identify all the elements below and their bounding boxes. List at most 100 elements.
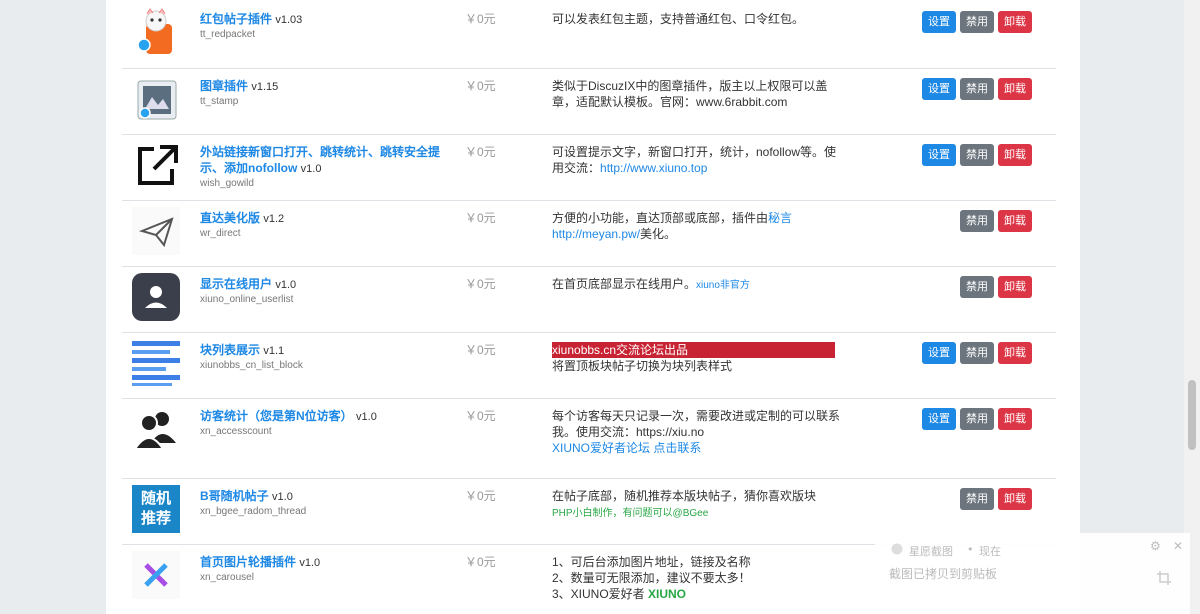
desc-highlight: xiunobbs.cn交流论坛出品 bbox=[552, 342, 835, 358]
plugin-version: v1.0 bbox=[299, 557, 321, 569]
uninstall-button[interactable]: 卸载 bbox=[998, 488, 1032, 510]
disable-button[interactable]: 禁用 bbox=[960, 11, 994, 33]
plugin-name-link[interactable]: 块列表展示 bbox=[200, 343, 260, 357]
uninstall-button[interactable]: 卸载 bbox=[998, 78, 1032, 100]
plugin-title: 图章插件 v1.15 tt_stamp bbox=[200, 78, 450, 108]
plugin-id: tt_redpacket bbox=[200, 29, 256, 40]
plugin-name-link[interactable]: 显示在线用户 bbox=[200, 277, 272, 291]
uninstall-button[interactable]: 卸载 bbox=[998, 408, 1032, 430]
desc-small-blue: xiuno非官方 bbox=[696, 280, 750, 291]
visitors-icon bbox=[133, 412, 176, 450]
plugin-name-link[interactable]: 红包帖子插件 bbox=[200, 12, 272, 26]
disable-button[interactable]: 禁用 bbox=[960, 342, 994, 364]
desc-text: 美化。 bbox=[640, 227, 677, 241]
plugin-icon-box bbox=[132, 273, 180, 321]
redpacket-icon bbox=[137, 8, 172, 54]
settings-button[interactable]: 设置 bbox=[922, 144, 956, 166]
plugin-version: v1.0 bbox=[275, 279, 297, 291]
plugin-title: B哥随机帖子 v1.0 xn_bgee_radom_thread bbox=[200, 488, 450, 518]
plugin-price: ￥0元 bbox=[465, 211, 496, 225]
plugin-name-link[interactable]: 图章插件 bbox=[200, 79, 248, 93]
disable-button[interactable]: 禁用 bbox=[960, 408, 994, 430]
desc-bold-green: XIUNO bbox=[648, 587, 687, 601]
plugin-list-panel: 红包帖子插件 v1.03 tt_redpacket ￥0元 可以发表红包主题，支持普通… bbox=[106, 0, 1080, 614]
plugin-icon-box bbox=[132, 207, 180, 255]
plugin-actions: 设置 禁用 卸载 bbox=[922, 408, 1032, 430]
plugin-version: v1.2 bbox=[263, 213, 285, 225]
carousel-icon bbox=[132, 551, 180, 599]
settings-button[interactable]: 设置 bbox=[922, 78, 956, 100]
plugin-row: 图章插件 v1.15 tt_stamp ￥0元 类似于DiscuzIX中的图章插件，版… bbox=[122, 68, 1056, 135]
disable-button[interactable]: 禁用 bbox=[960, 78, 994, 100]
plugin-title: 直达美化版 v1.2 wr_direct bbox=[200, 210, 450, 240]
uninstall-button[interactable]: 卸载 bbox=[998, 144, 1032, 166]
plugin-icon-box bbox=[132, 8, 180, 56]
disable-button[interactable]: 禁用 bbox=[960, 488, 994, 510]
plugin-id: xiuno_online_userlist bbox=[200, 294, 294, 305]
plugin-actions: 禁用 卸载 bbox=[960, 210, 1032, 232]
plugin-id: tt_stamp bbox=[200, 96, 239, 107]
plugin-id: wr_direct bbox=[200, 228, 241, 239]
desc-link[interactable]: 秘言 bbox=[768, 211, 792, 225]
plugin-row: 外站链接新窗口打开、跳转统计、跳转安全提示、添加nofollow v1.0 wis… bbox=[122, 134, 1056, 201]
plugin-name-link[interactable]: B哥随机帖子 bbox=[200, 489, 269, 503]
plugin-version: v1.0 bbox=[272, 491, 293, 503]
settings-button[interactable]: 设置 bbox=[922, 342, 956, 364]
plugin-actions: 设置 禁用 卸载 bbox=[922, 78, 1032, 100]
plugin-icon-box bbox=[132, 141, 180, 189]
uninstall-button[interactable]: 卸载 bbox=[998, 276, 1032, 298]
plugin-name-link[interactable]: 首页图片轮播插件 bbox=[200, 555, 296, 569]
plugin-actions: 禁用 卸载 bbox=[960, 488, 1032, 510]
plugin-price: ￥0元 bbox=[465, 489, 496, 503]
disable-button[interactable]: 禁用 bbox=[960, 210, 994, 232]
desc-link[interactable]: http://meyan.pw/ bbox=[552, 227, 640, 241]
list-block-icon bbox=[132, 341, 180, 386]
uninstall-button[interactable]: 卸载 bbox=[998, 11, 1032, 33]
desc-link[interactable]: http://www.xiuno.top bbox=[600, 161, 707, 175]
plugin-row: 访客统计（您是第N位访客） v1.0 xn_accesscount ￥0元 每个访客每… bbox=[122, 398, 1056, 479]
settings-button[interactable]: 设置 bbox=[922, 11, 956, 33]
plugin-description: 1、可后台添加图片地址，链接及名称 2、数量可无限添加，建议不要太多！ 3、XIUN… bbox=[552, 554, 842, 602]
plugin-title: 红包帖子插件 v1.03 tt_redpacket bbox=[200, 11, 450, 41]
plugin-row: 块列表展示 v1.1 xiunobbs_cn_list_block ￥0元 xiuno… bbox=[122, 332, 1056, 399]
desc-text: 类似于DiscuzIX中的图章插件，版主以上权限可以盖章，适配默认模板。官网：w… bbox=[552, 79, 828, 109]
settings-icon[interactable]: ⚙ bbox=[1150, 539, 1161, 553]
disable-button[interactable]: 禁用 bbox=[960, 144, 994, 166]
icon-text-line1: 随机 bbox=[140, 490, 171, 507]
plugin-title: 外站链接新窗口打开、跳转统计、跳转安全提示、添加nofollow v1.0 wis… bbox=[200, 144, 450, 190]
desc-text: 1、可后台添加图片地址，链接及名称 bbox=[552, 555, 751, 569]
plugin-id: xn_carousel bbox=[200, 572, 254, 583]
plugin-version: v1.0 bbox=[356, 411, 377, 423]
plugin-icon-box bbox=[132, 405, 180, 453]
plugin-id: wish_gowild bbox=[200, 178, 254, 189]
plugin-id: xn_bgee_radom_thread bbox=[200, 506, 307, 517]
toast-message: 截图已拷贝到剪贴板 bbox=[889, 567, 998, 581]
plugin-row: 红包帖子插件 v1.03 tt_redpacket ￥0元 可以发表红包主题，支持普通… bbox=[122, 2, 1056, 68]
desc-link[interactable]: XIUNO爱好者论坛 点击联系 bbox=[552, 441, 701, 455]
desc-text: 方便的小功能，直达顶部或底部，插件由 bbox=[552, 211, 769, 225]
uninstall-button[interactable]: 卸载 bbox=[998, 210, 1032, 232]
online-user-icon bbox=[132, 273, 180, 321]
plugin-name-link[interactable]: 直达美化版 bbox=[200, 211, 260, 225]
plugin-description: 可设置提示文字，新窗口打开，统计，nofollow等。使用交流：http://w… bbox=[552, 144, 842, 176]
vertical-scrollbar[interactable] bbox=[1184, 0, 1200, 614]
plugin-actions: 设置 禁用 卸载 bbox=[922, 342, 1032, 364]
disable-button[interactable]: 禁用 bbox=[960, 276, 994, 298]
plugin-id: xn_accesscount bbox=[200, 426, 272, 437]
plugin-price: ￥0元 bbox=[465, 12, 496, 26]
desc-text: 可以发表红包主题，支持普通红包、口令红包。 bbox=[552, 12, 805, 26]
settings-button[interactable]: 设置 bbox=[922, 408, 956, 430]
plugin-price: ￥0元 bbox=[465, 145, 496, 159]
plugin-description: 每个访客每天只记录一次，需要改进或定制的可以联系我。使用交流：https://x… bbox=[552, 408, 842, 456]
desc-text: 将置顶板块帖子切换为块列表样式 bbox=[552, 359, 733, 373]
plugin-description: 在首页底部显示在线用户。xiuno非官方 bbox=[552, 276, 842, 294]
uninstall-button[interactable]: 卸载 bbox=[998, 342, 1032, 364]
plugin-name-link[interactable]: 访客统计（您是第N位访客） bbox=[200, 409, 353, 423]
plugin-row: 显示在线用户 v1.0 xiuno_online_userlist ￥0元 在首页底部… bbox=[122, 266, 1056, 333]
scrollbar-thumb[interactable] bbox=[1188, 380, 1196, 450]
crop-icon[interactable] bbox=[1157, 571, 1171, 585]
app-icon bbox=[891, 543, 903, 555]
plugin-icon-box bbox=[132, 551, 180, 599]
plugin-title: 首页图片轮播插件 v1.0 xn_carousel bbox=[200, 554, 450, 584]
close-icon[interactable]: ✕ bbox=[1173, 539, 1183, 553]
